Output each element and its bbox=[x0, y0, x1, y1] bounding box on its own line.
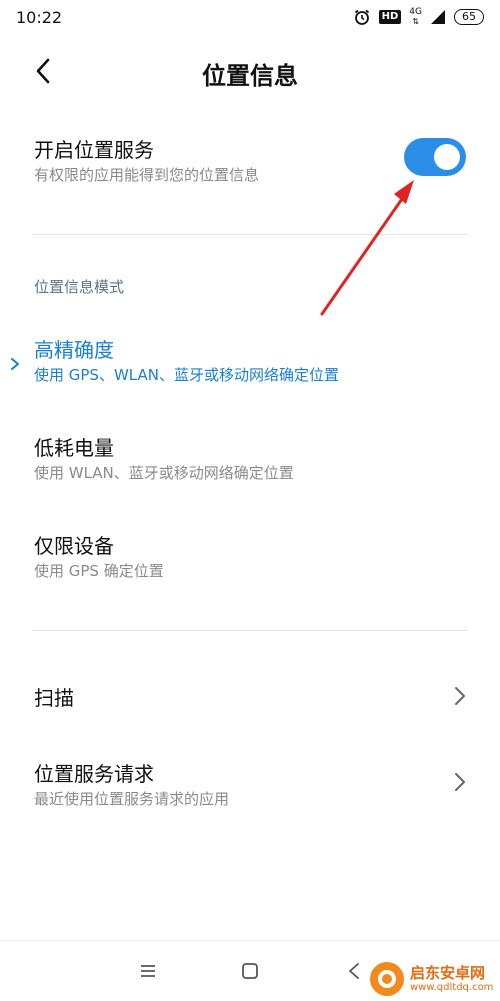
back-nav-button[interactable] bbox=[344, 961, 364, 981]
mode-title: 仅限设备 bbox=[34, 534, 114, 558]
mode-title: 低耗电量 bbox=[34, 436, 114, 460]
location-service-subtitle: 有权限的应用能得到您的位置信息 bbox=[34, 166, 260, 184]
watermark-url: www.qdltdq.com bbox=[410, 982, 494, 993]
mode-item-device-only[interactable]: 仅限设备 使用 GPS 确定位置 bbox=[0, 530, 500, 596]
home-button[interactable] bbox=[240, 961, 260, 981]
location-requests-row[interactable]: 位置服务请求 最近使用位置服务请求的应用 bbox=[0, 752, 500, 816]
chevron-right-icon bbox=[454, 686, 466, 710]
selected-chevron-icon bbox=[10, 356, 20, 375]
location-requests-title: 位置服务请求 bbox=[34, 762, 154, 786]
divider bbox=[32, 630, 468, 631]
network-type: 4G bbox=[409, 7, 422, 17]
chevron-right-icon bbox=[454, 772, 466, 796]
hd-badge: HD bbox=[378, 10, 402, 24]
alarm-icon bbox=[353, 8, 371, 26]
data-arrows-icon: ⇅ bbox=[412, 17, 419, 26]
mode-subtitle: 使用 GPS、WLAN、蓝牙或移动网络确定位置 bbox=[34, 366, 339, 384]
status-bar: 10:22 HD 4G ⇅ 65 bbox=[0, 0, 500, 34]
mode-item-battery-saving[interactable]: 低耗电量 使用 WLAN、蓝牙或移动网络确定位置 bbox=[0, 432, 500, 498]
header: 位置信息 bbox=[0, 50, 500, 96]
scan-row[interactable]: 扫描 bbox=[0, 672, 500, 722]
mode-title: 高精确度 bbox=[34, 338, 114, 362]
menu-button[interactable] bbox=[138, 961, 158, 981]
battery-indicator: 65 bbox=[454, 9, 484, 25]
toggle-knob bbox=[434, 144, 460, 170]
status-time: 10:22 bbox=[16, 8, 63, 27]
network-type-label: 4G ⇅ bbox=[409, 7, 422, 27]
signal-strength-icon bbox=[430, 9, 446, 25]
mode-subtitle: 使用 GPS 确定位置 bbox=[34, 562, 164, 580]
status-icons: HD 4G ⇅ 65 bbox=[353, 8, 484, 26]
divider bbox=[32, 234, 468, 235]
location-requests-subtitle: 最近使用位置服务请求的应用 bbox=[34, 790, 230, 808]
location-service-title: 开启位置服务 bbox=[34, 138, 154, 162]
location-service-row[interactable]: 开启位置服务 有权限的应用能得到您的位置信息 bbox=[0, 126, 500, 196]
watermark-logo: 启东安卓网 www.qdltdq.com bbox=[366, 962, 496, 998]
location-service-toggle[interactable] bbox=[404, 138, 466, 176]
mode-subtitle: 使用 WLAN、蓝牙或移动网络确定位置 bbox=[34, 464, 294, 482]
mode-section-label: 位置信息模式 bbox=[34, 278, 125, 296]
scan-title: 扫描 bbox=[34, 686, 74, 710]
watermark-badge-icon bbox=[370, 962, 404, 996]
mode-item-high-accuracy[interactable]: 高精确度 使用 GPS、WLAN、蓝牙或移动网络确定位置 bbox=[0, 334, 500, 400]
watermark-name: 启东安卓网 bbox=[410, 964, 486, 982]
page-title: 位置信息 bbox=[202, 62, 298, 90]
